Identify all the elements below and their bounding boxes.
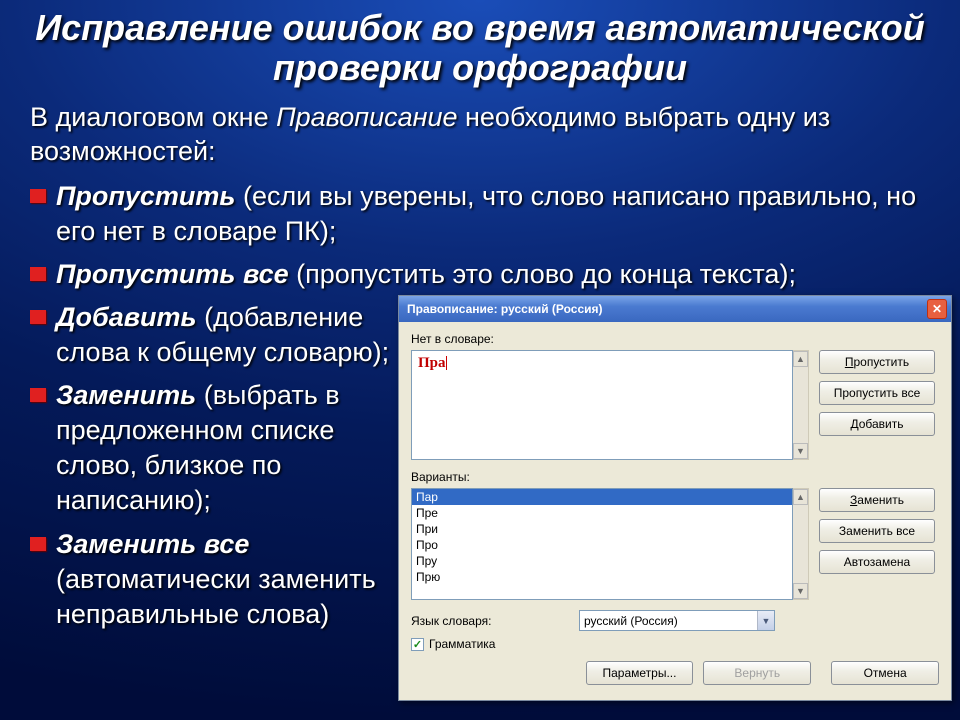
- variant-option[interactable]: Пре: [412, 505, 792, 521]
- intro-text: В диалоговом окне Правописание необходим…: [22, 101, 938, 169]
- skip-all-button[interactable]: Пропустить все: [819, 381, 935, 405]
- not-in-dictionary-label: Нет в словаре:: [411, 332, 939, 346]
- list-item: Заменить все (автоматически заменить неп…: [30, 527, 400, 632]
- variant-option[interactable]: Прю: [412, 569, 792, 585]
- dialog-titlebar: Правописание: русский (Россия) ✕: [399, 296, 951, 322]
- variants-label: Варианты:: [411, 470, 939, 484]
- close-icon[interactable]: ✕: [927, 299, 947, 319]
- replace-button[interactable]: Заменить: [819, 488, 935, 512]
- variant-option[interactable]: Про: [412, 537, 792, 553]
- list-item: Пропустить (если вы уверены, что слово н…: [30, 179, 938, 249]
- dictionary-language-select[interactable]: русский (Россия) ▼: [579, 610, 775, 631]
- add-button[interactable]: Добавить: [819, 412, 935, 436]
- spellcheck-dialog: Правописание: русский (Россия) ✕ Нет в с…: [398, 295, 952, 701]
- grammar-checkbox-label: Грамматика: [429, 637, 495, 651]
- parameters-button[interactable]: Параметры...: [586, 661, 694, 685]
- variant-option[interactable]: Пру: [412, 553, 792, 569]
- skip-button[interactable]: Пропустить: [819, 350, 935, 374]
- listbox-scrollbar[interactable]: ▲ ▼: [793, 488, 809, 600]
- dialog-title-text: Правописание: русский (Россия): [407, 302, 603, 316]
- textbox-scrollbar[interactable]: ▲ ▼: [793, 350, 809, 460]
- dictionary-language-label: Язык словаря:: [411, 614, 571, 628]
- list-item: Пропустить все (пропустить это слово до …: [30, 257, 938, 292]
- revert-button: Вернуть: [703, 661, 811, 685]
- variant-option[interactable]: При: [412, 521, 792, 537]
- list-item: Добавить (добавление слова к общему слов…: [30, 300, 400, 370]
- grammar-checkbox[interactable]: ✓: [411, 638, 424, 651]
- scroll-up-icon[interactable]: ▲: [793, 489, 808, 505]
- scroll-down-icon[interactable]: ▼: [793, 443, 808, 459]
- not-in-dictionary-textbox[interactable]: Пра: [411, 350, 793, 460]
- scroll-up-icon[interactable]: ▲: [793, 351, 808, 367]
- variant-option[interactable]: Пар: [412, 489, 792, 505]
- slide-title: Исправление ошибок во время автоматическ…: [22, 8, 938, 87]
- chevron-down-icon[interactable]: ▼: [757, 611, 774, 630]
- cancel-button[interactable]: Отмена: [831, 661, 939, 685]
- autocorrect-button[interactable]: Автозамена: [819, 550, 935, 574]
- scroll-down-icon[interactable]: ▼: [793, 583, 808, 599]
- variants-listbox[interactable]: ПарПреПриПроПруПрю: [411, 488, 793, 600]
- list-item: Заменить (выбрать в предложенном списке …: [30, 378, 400, 518]
- replace-all-button[interactable]: Заменить все: [819, 519, 935, 543]
